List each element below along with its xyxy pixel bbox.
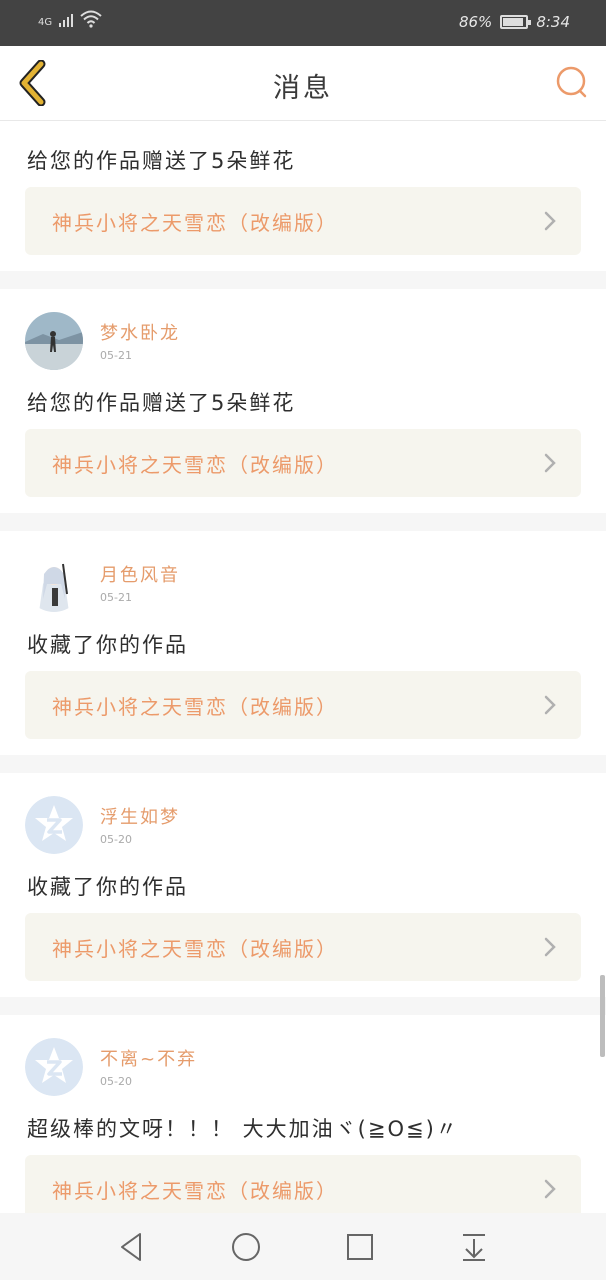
message-text: 收藏了你的作品 [27, 875, 188, 899]
chevron-right-icon [544, 453, 556, 473]
message-text: 给您的作品赠送了5朵鲜花 [27, 391, 296, 415]
message-card: 月色风音 05-21 收藏了你的作品 神兵小将之天雪恋（改编版） [0, 531, 606, 755]
search-icon[interactable] [554, 64, 590, 100]
work-link[interactable]: 神兵小将之天雪恋（改编版） [25, 187, 581, 255]
message-card: 不离~不弃 05-20 超级棒的文呀！！！ 大大加油ヾ(≧O≦)〃 神兵小将之天… [0, 1015, 606, 1213]
default-avatar-icon[interactable] [25, 796, 83, 854]
chevron-right-icon [544, 695, 556, 715]
status-bar: 4G 86% 8:34 [0, 0, 606, 46]
work-title: 神兵小将之天雪恋（改编版） [52, 1178, 338, 1203]
app-header: 消息 [0, 46, 606, 121]
username[interactable]: 不离~不弃 [100, 1045, 197, 1071]
username[interactable]: 浮生如梦 [100, 803, 180, 829]
chevron-right-icon [544, 937, 556, 957]
message-card: 浮生如梦 05-20 收藏了你的作品 神兵小将之天雪恋（改编版） [0, 773, 606, 997]
timestamp: 05-21 [100, 591, 132, 604]
message-text: 超级棒的文呀！！！ 大大加油ヾ(≧O≦)〃 [27, 1117, 459, 1141]
work-link[interactable]: 神兵小将之天雪恋（改编版） [25, 913, 581, 981]
timestamp: 05-20 [100, 833, 132, 846]
message-text: 收藏了你的作品 [27, 633, 188, 657]
card-header: 梦水卧龙 05-21 [25, 289, 581, 381]
avatar[interactable] [25, 554, 83, 612]
status-left: 4G [38, 10, 102, 28]
work-link[interactable]: 神兵小将之天雪恋（改编版） [25, 671, 581, 739]
card-header: 浮生如梦 05-20 [25, 773, 581, 865]
message-text: 给您的作品赠送了5朵鲜花 [27, 149, 296, 173]
network-type: 4G [38, 17, 53, 28]
battery-percent: 86% [458, 13, 493, 31]
message-feed[interactable]: 给您的作品赠送了5朵鲜花 神兵小将之天雪恋（改编版） 梦水卧龙 05-21 给您… [0, 121, 606, 1213]
work-link[interactable]: 神兵小将之天雪恋（改编版） [25, 429, 581, 497]
card-header: 不离~不弃 05-20 [25, 1015, 581, 1107]
nav-pulldown-icon[interactable] [458, 1231, 490, 1263]
message-card: 梦水卧龙 05-21 给您的作品赠送了5朵鲜花 神兵小将之天雪恋（改编版） [0, 289, 606, 513]
message-card: 给您的作品赠送了5朵鲜花 神兵小将之天雪恋（改编版） [0, 121, 606, 271]
work-title: 神兵小将之天雪恋（改编版） [52, 210, 338, 235]
work-link[interactable]: 神兵小将之天雪恋（改编版） [25, 1155, 581, 1213]
work-title: 神兵小将之天雪恋（改编版） [52, 452, 338, 477]
scrollbar[interactable] [600, 975, 605, 1057]
work-title: 神兵小将之天雪恋（改编版） [52, 936, 338, 961]
avatar[interactable] [25, 312, 83, 370]
username[interactable]: 梦水卧龙 [100, 319, 180, 345]
page-title: 消息 [273, 73, 333, 104]
default-avatar-icon[interactable] [25, 1038, 83, 1096]
chevron-right-icon [544, 1179, 556, 1199]
card-header: 月色风音 05-21 [25, 531, 581, 623]
chevron-right-icon [544, 211, 556, 231]
status-right: 86% 8:34 [459, 13, 570, 31]
timestamp: 05-21 [100, 349, 132, 362]
nav-recent-icon[interactable] [344, 1231, 376, 1263]
nav-back-icon[interactable] [116, 1231, 148, 1263]
wifi-icon [80, 10, 102, 28]
timestamp: 05-20 [100, 1075, 132, 1088]
username[interactable]: 月色风音 [100, 561, 180, 587]
nav-home-icon[interactable] [230, 1231, 262, 1263]
work-title: 神兵小将之天雪恋（改编版） [52, 694, 338, 719]
clock: 8:34 [536, 13, 570, 31]
system-nav-bar [0, 1213, 606, 1280]
signal-icon [59, 14, 74, 27]
battery-icon [500, 15, 532, 29]
